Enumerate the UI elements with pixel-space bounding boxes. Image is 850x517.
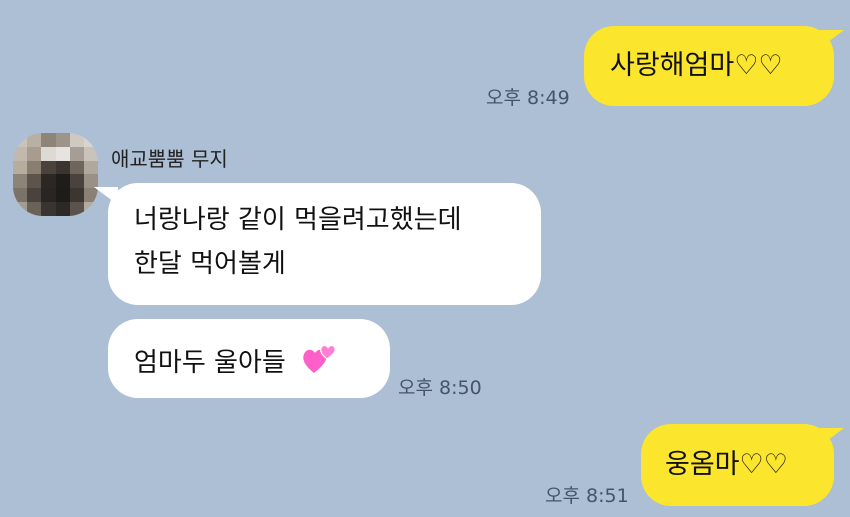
- message-text-line-1: 너랑나랑 같이 먹을려고했는데: [134, 205, 462, 235]
- two-hearts-icon: [300, 339, 338, 388]
- my-message-bubble[interactable]: 웅옴마♡♡: [641, 424, 834, 506]
- their-message-bubble[interactable]: 너랑나랑 같이 먹을려고했는데 한달 먹어볼게: [108, 183, 541, 305]
- message-text: 사랑해엄마♡♡: [610, 50, 783, 81]
- message-time: 오후 8:49: [486, 87, 570, 109]
- message-text-line-2: 한달 먹어볼게: [134, 249, 286, 279]
- message-time: 오후 8:50: [398, 377, 482, 399]
- message-text: 엄마두 울아들: [134, 348, 286, 378]
- my-message-bubble[interactable]: 사랑해엄마♡♡: [584, 26, 834, 106]
- their-message-bubble[interactable]: 엄마두 울아들: [108, 319, 390, 398]
- message-text: 웅옴마♡♡: [665, 449, 788, 480]
- avatar[interactable]: [13, 133, 98, 216]
- sender-name: 애교뿜뿜 무지: [111, 147, 228, 171]
- message-time: 오후 8:51: [545, 485, 629, 507]
